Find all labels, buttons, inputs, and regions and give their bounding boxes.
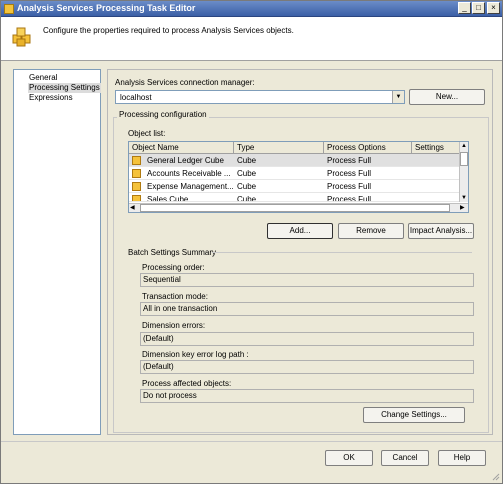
- table-row[interactable]: Expense Management... Cube Process Full: [129, 180, 464, 193]
- header-description: Configure the properties required to pro…: [43, 26, 294, 35]
- cube-icon: [132, 156, 141, 165]
- cancel-button[interactable]: Cancel: [381, 450, 429, 466]
- chevron-down-icon[interactable]: ▼: [392, 91, 404, 103]
- connection-manager-value: localhost: [120, 93, 152, 102]
- cube-stack-icon: [12, 27, 31, 47]
- settings-cell[interactable]: [415, 154, 463, 167]
- impact-analysis-button[interactable]: Impact Analysis...: [408, 223, 474, 239]
- connection-manager-label: Analysis Services connection manager:: [115, 78, 255, 87]
- nav-item-expressions[interactable]: Expressions: [28, 93, 74, 103]
- type-cell: Cube: [237, 195, 257, 202]
- table-row[interactable]: General Ledger Cube Cube Process Full: [129, 154, 464, 167]
- maximize-button[interactable]: □: [472, 2, 485, 14]
- object-name-cell: General Ledger Cube: [147, 156, 224, 165]
- processing-configuration-title: Processing configuration: [117, 110, 209, 119]
- new-connection-button[interactable]: New...: [409, 89, 485, 105]
- connection-manager-select[interactable]: localhost ▼: [115, 90, 405, 104]
- process-options-cell[interactable]: Process Full: [327, 167, 411, 180]
- table-row[interactable]: Sales Cube Cube Process Full: [129, 193, 464, 202]
- settings-cell[interactable]: [415, 193, 463, 201]
- object-list-label: Object list:: [128, 129, 166, 138]
- cube-icon: [132, 182, 141, 191]
- dimension-key-error-log-path-value: (Default): [140, 360, 474, 374]
- add-button[interactable]: Add...: [267, 223, 333, 239]
- settings-cell[interactable]: [415, 167, 463, 180]
- process-options-cell[interactable]: Process Full: [327, 154, 411, 167]
- scroll-up-icon[interactable]: ▲: [461, 142, 467, 150]
- scroll-down-icon[interactable]: ▼: [461, 194, 467, 202]
- resize-grip-icon[interactable]: [492, 473, 500, 481]
- type-cell: Cube: [237, 169, 257, 178]
- dimension-key-error-log-path-label: Dimension key error log path :: [142, 350, 249, 359]
- nav-item-general[interactable]: General: [28, 73, 58, 83]
- app-icon: [4, 4, 14, 14]
- processing-order-label: Processing order:: [142, 263, 205, 272]
- ok-button[interactable]: OK: [325, 450, 373, 466]
- close-button[interactable]: ×: [487, 2, 500, 14]
- process-affected-objects-label: Process affected objects:: [142, 379, 232, 388]
- horizontal-scrollbar[interactable]: ◀ ▶: [129, 203, 468, 212]
- horizontal-scroll-thumb[interactable]: [140, 204, 450, 212]
- dialog-header: Configure the properties required to pro…: [1, 17, 502, 61]
- dialog-window: Analysis Services Processing Task Editor…: [0, 0, 503, 484]
- process-affected-objects-value: Do not process: [140, 389, 474, 403]
- type-cell: Cube: [237, 156, 257, 165]
- nav-item-processing-settings[interactable]: Processing Settings: [28, 83, 101, 93]
- object-name-cell: Accounts Receivable ...: [147, 169, 231, 178]
- vertical-scroll-thumb[interactable]: [460, 152, 468, 166]
- process-options-cell[interactable]: Process Full: [327, 180, 411, 193]
- footer-divider: [1, 441, 502, 442]
- transaction-mode-label: Transaction mode:: [142, 292, 208, 301]
- column-header-process-options[interactable]: Process Options: [324, 142, 412, 154]
- table-row[interactable]: Accounts Receivable ... Cube Process Ful…: [129, 167, 464, 180]
- transaction-mode-value: All in one transaction: [140, 302, 474, 316]
- divider: [212, 252, 472, 253]
- scroll-right-icon[interactable]: ▶: [460, 204, 465, 212]
- minimize-button[interactable]: _: [458, 2, 471, 14]
- settings-cell[interactable]: [415, 180, 463, 193]
- cube-icon: [132, 169, 141, 178]
- help-button[interactable]: Help: [438, 450, 486, 466]
- object-name-cell: Sales Cube: [147, 195, 189, 202]
- dimension-errors-value: (Default): [140, 332, 474, 346]
- object-name-cell: Expense Management...: [147, 182, 233, 191]
- vertical-scrollbar[interactable]: ▲ ▼: [459, 142, 468, 202]
- change-settings-button[interactable]: Change Settings...: [363, 407, 465, 423]
- dimension-errors-label: Dimension errors:: [142, 321, 206, 330]
- type-cell: Cube: [237, 182, 257, 191]
- page-nav-list: [13, 69, 101, 435]
- grid-header: Object Name Type Process Options Setting…: [129, 142, 468, 154]
- title-bar[interactable]: Analysis Services Processing Task Editor…: [1, 1, 502, 17]
- remove-button[interactable]: Remove: [338, 223, 404, 239]
- batch-settings-summary-title: Batch Settings Summary: [128, 248, 217, 257]
- process-options-cell[interactable]: Process Full: [327, 193, 411, 201]
- window-title: Analysis Services Processing Task Editor: [17, 3, 196, 13]
- object-list-grid[interactable]: Object Name Type Process Options Setting…: [128, 141, 469, 213]
- column-header-object-name[interactable]: Object Name: [129, 142, 234, 154]
- cube-icon: [132, 195, 141, 201]
- processing-order-value: Sequential: [140, 273, 474, 287]
- scroll-left-icon[interactable]: ◀: [130, 204, 135, 212]
- column-header-type[interactable]: Type: [234, 142, 324, 154]
